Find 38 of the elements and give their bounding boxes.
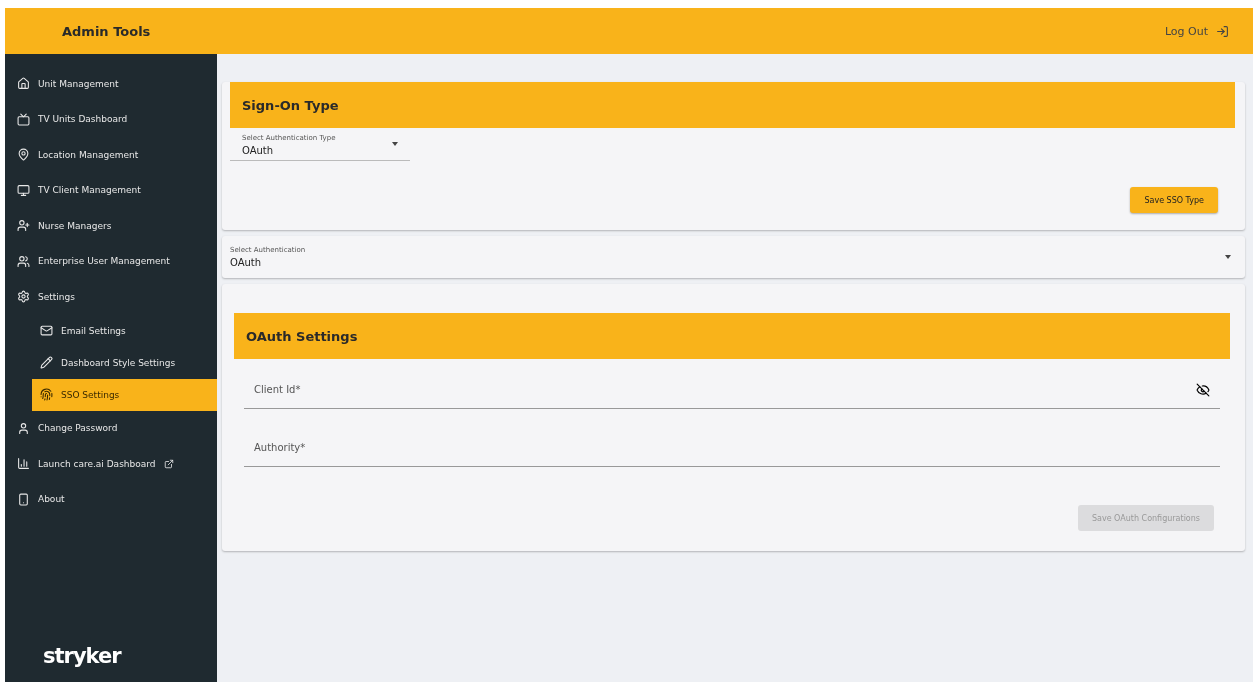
sidebar-item[interactable]: SSO Settings [32,378,217,411]
user-plus-icon [17,219,30,233]
user-icon [17,421,30,435]
chart-icon [17,457,30,471]
sidebar-item[interactable]: Location Management [5,137,217,173]
mail-icon [40,324,53,337]
sidebar-item[interactable]: TV Client Management [5,172,217,208]
location-pin-icon [17,148,30,162]
logo: stryker [43,644,123,668]
logout-button[interactable]: Log Out [1158,23,1235,39]
sidebar-item[interactable]: Launch care.ai Dashboard [5,446,217,482]
section-header: Sign-On Type [230,82,1235,128]
people-icon [17,254,30,268]
dropdown-caret-icon [392,142,398,146]
text-field[interactable]: Authority* [244,429,1220,467]
sidebar-item[interactable]: TV Units Dashboard [5,101,217,137]
settings-icon [17,290,30,304]
app-title: Admin Tools [62,23,151,39]
tv-icon [17,112,30,126]
hide-password-icon[interactable] [1196,383,1210,397]
sidebar-item[interactable]: Email Settings [32,314,217,347]
home-icon [17,77,30,91]
sidebar-item[interactable]: Unit Management [5,66,217,102]
fingerprint-icon [40,388,53,401]
sidebar-item[interactable]: About [5,481,217,517]
text-field[interactable]: Client Id* [244,371,1220,409]
sidebar-item[interactable]: Settings [5,279,217,315]
section-header: OAuth Settings [234,313,1230,359]
logout-icon [1216,24,1229,38]
sidebar-item[interactable]: Nurse Managers [5,208,217,244]
sidebar-item[interactable]: Dashboard Style Settings [32,346,217,379]
monitor-icon [17,183,30,197]
save-sso-type-button[interactable]: Save SSO Type [1130,187,1218,213]
pencil-icon [40,356,53,369]
sidebar-item[interactable]: Enterprise User Management [5,243,217,279]
dropdown-caret-icon [1225,255,1231,259]
phone-icon [17,492,30,506]
sidebar-item[interactable]: Change Password [5,410,217,446]
